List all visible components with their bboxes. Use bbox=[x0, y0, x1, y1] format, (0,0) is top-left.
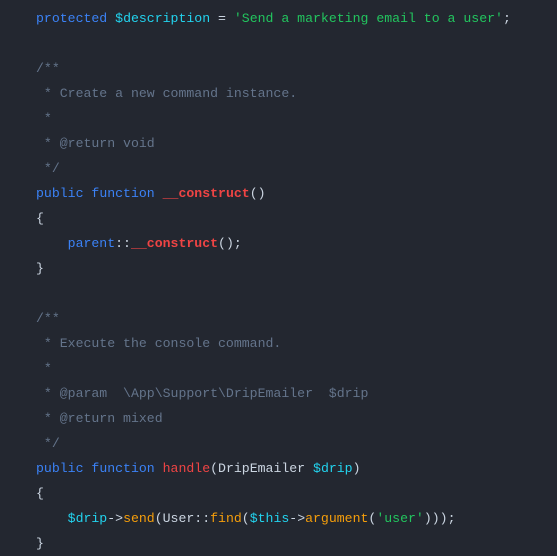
call-find: find bbox=[210, 511, 242, 526]
brace-close: } bbox=[36, 261, 44, 276]
docblock-1-return: * @return void bbox=[36, 136, 155, 151]
ctor-parens: () bbox=[250, 186, 266, 201]
lparen: ( bbox=[210, 461, 218, 476]
kw-function: function bbox=[91, 186, 154, 201]
class-user: User bbox=[163, 511, 195, 526]
kw-parent: parent bbox=[68, 236, 115, 251]
var-drip: $drip bbox=[313, 461, 353, 476]
lparen: ( bbox=[242, 511, 250, 526]
docblock-2-open: /** bbox=[36, 311, 60, 326]
type-dripemailer: DripEmailer bbox=[218, 461, 305, 476]
docblock-2-desc: * Execute the console command. bbox=[36, 336, 281, 351]
string-literal: 'user' bbox=[376, 511, 423, 526]
arrow: -> bbox=[107, 511, 123, 526]
close-parens: ))); bbox=[424, 511, 456, 526]
docblock-1-close: */ bbox=[36, 161, 60, 176]
dcolon: :: bbox=[194, 511, 210, 526]
kw-protected: protected bbox=[36, 11, 107, 26]
rparen: ) bbox=[353, 461, 361, 476]
parent-call-parens: (); bbox=[218, 236, 242, 251]
kw-function: function bbox=[91, 461, 154, 476]
docblock-1-open: /** bbox=[36, 61, 60, 76]
code-block: protected $description = 'Send a marketi… bbox=[36, 6, 557, 556]
parent-ctor: __construct bbox=[131, 236, 218, 251]
ctor-signature: public function __construct() bbox=[36, 186, 266, 201]
kw-public: public bbox=[36, 186, 83, 201]
docblock-1-desc: * Create a new command instance. bbox=[36, 86, 297, 101]
brace-open: { bbox=[36, 486, 44, 501]
kw-public: public bbox=[36, 461, 83, 476]
lparen: ( bbox=[155, 511, 163, 526]
op-eq: = bbox=[210, 11, 234, 26]
arrow: -> bbox=[289, 511, 305, 526]
ctor-name: __construct bbox=[163, 186, 250, 201]
handle-signature: public function handle(DripEmailer $drip… bbox=[36, 461, 361, 476]
docblock-2-return: * @return mixed bbox=[36, 411, 163, 426]
brace-close: } bbox=[36, 536, 44, 551]
fn-handle: handle bbox=[163, 461, 210, 476]
call-send: send bbox=[123, 511, 155, 526]
string-literal: 'Send a marketing email to a user' bbox=[234, 11, 503, 26]
brace-open: { bbox=[36, 211, 44, 226]
docblock-1-blank: * bbox=[36, 111, 52, 126]
space bbox=[305, 461, 313, 476]
docblock-2-param: * @param \App\Support\DripEmailer $drip bbox=[36, 386, 368, 401]
line-1: protected $description = 'Send a marketi… bbox=[36, 11, 511, 26]
var-drip: $drip bbox=[68, 511, 108, 526]
var-this: $this bbox=[250, 511, 290, 526]
dcolon: :: bbox=[115, 236, 131, 251]
call-argument: argument bbox=[305, 511, 368, 526]
semicolon: ; bbox=[503, 11, 511, 26]
var-description: $description bbox=[115, 11, 210, 26]
docblock-2-close: */ bbox=[36, 436, 60, 451]
docblock-2-blank: * bbox=[36, 361, 52, 376]
